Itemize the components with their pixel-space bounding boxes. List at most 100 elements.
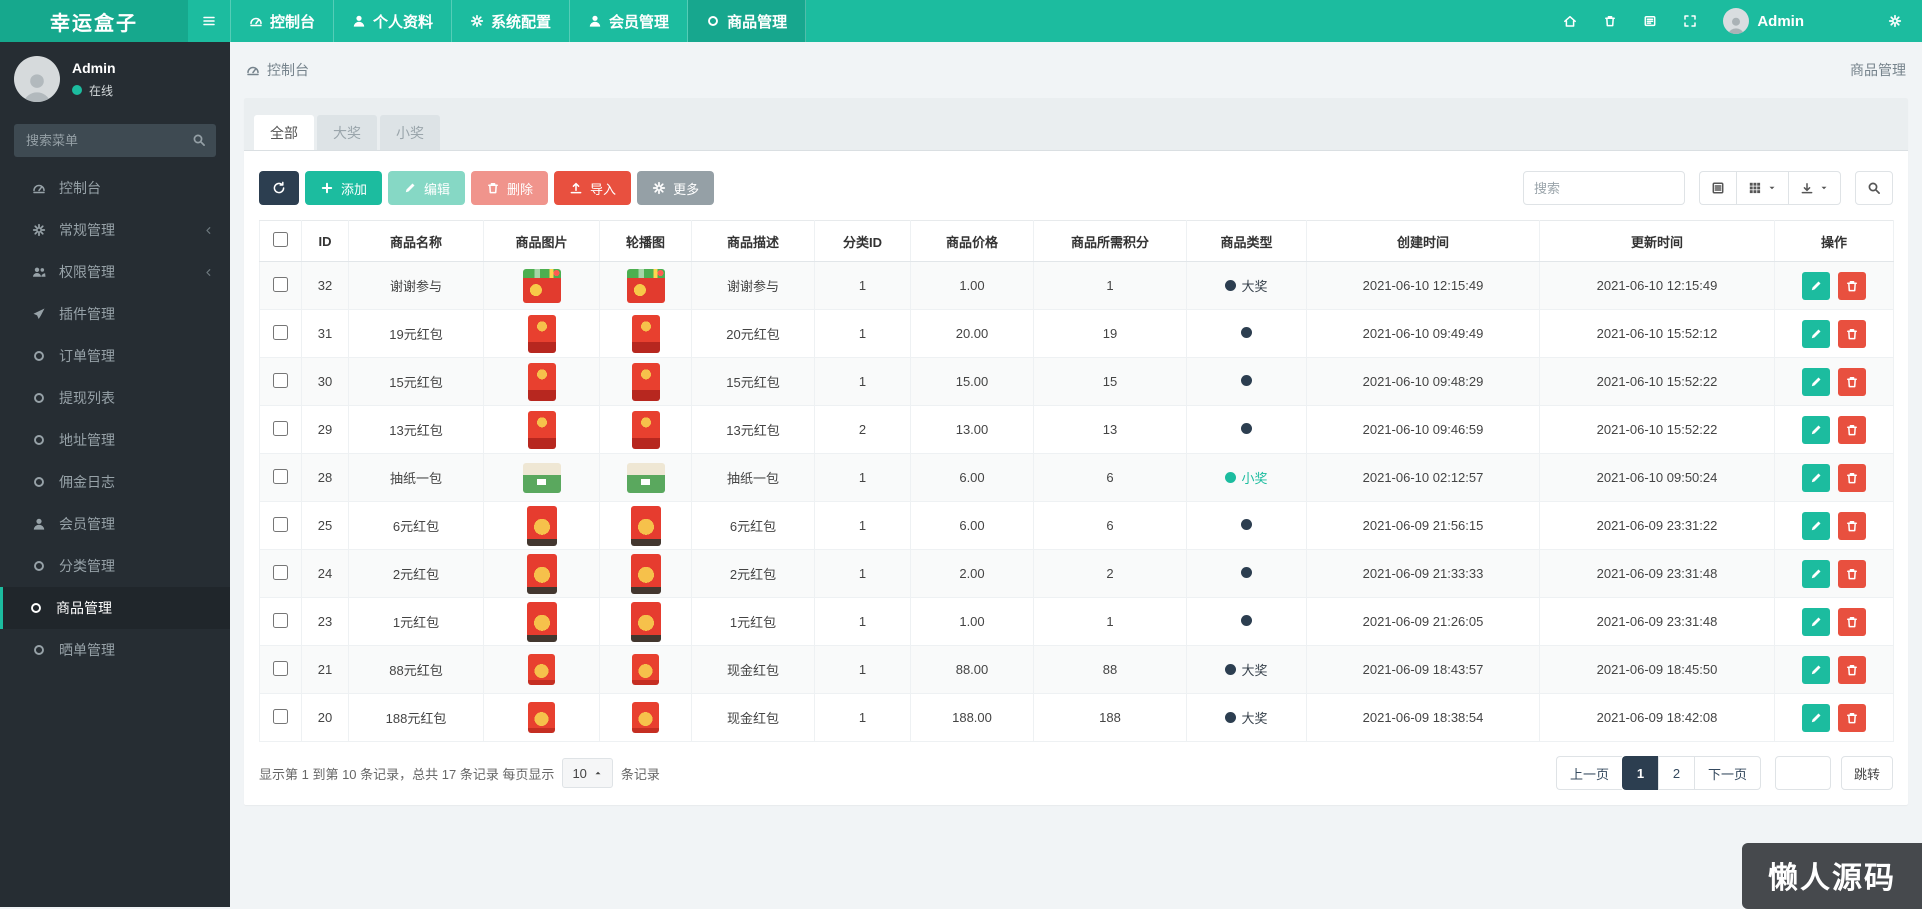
column-header-更新时间[interactable]: 更新时间 <box>1539 220 1775 262</box>
product-image[interactable] <box>522 268 561 303</box>
sidebar-item-佣金日志[interactable]: 佣金日志 <box>0 461 230 503</box>
column-header-商品价格[interactable]: 商品价格 <box>910 220 1034 262</box>
product-image[interactable] <box>526 505 557 546</box>
page-size-select[interactable]: 10 <box>562 758 613 788</box>
expand-icon[interactable] <box>1683 14 1697 28</box>
tab-全部[interactable]: 全部 <box>254 115 314 150</box>
row-edit-button[interactable] <box>1802 319 1831 348</box>
page-number-1[interactable]: 1 <box>1621 756 1658 790</box>
edit-button[interactable]: 编辑 <box>388 171 466 205</box>
sidebar-item-晒单管理[interactable]: 晒单管理 <box>0 629 230 671</box>
sidebar-item-插件管理[interactable]: 插件管理 <box>0 293 230 335</box>
product-image[interactable] <box>526 553 557 594</box>
trash-icon[interactable] <box>1603 14 1617 28</box>
topnav-item-控制台[interactable]: 控制台 <box>231 0 335 42</box>
tab-小奖[interactable]: 小奖 <box>380 115 440 150</box>
carousel-image[interactable] <box>631 410 660 449</box>
row-checkbox[interactable] <box>273 468 288 484</box>
carousel-image[interactable] <box>630 553 661 594</box>
row-delete-button[interactable] <box>1837 319 1866 348</box>
column-header-商品描述[interactable]: 商品描述 <box>691 220 815 262</box>
row-delete-button[interactable] <box>1837 559 1866 588</box>
sidebar-item-地址管理[interactable]: 地址管理 <box>0 419 230 461</box>
sidebar-item-会员管理[interactable]: 会员管理 <box>0 503 230 545</box>
product-image[interactable] <box>522 462 561 493</box>
row-edit-button[interactable] <box>1802 607 1831 636</box>
tab-大奖[interactable]: 大奖 <box>317 115 377 150</box>
sidebar-item-控制台[interactable]: 控制台 <box>0 167 230 209</box>
row-checkbox[interactable] <box>273 276 288 292</box>
product-image[interactable] <box>527 362 556 401</box>
product-image[interactable] <box>527 410 556 449</box>
column-header-商品名称[interactable]: 商品名称 <box>348 220 484 262</box>
carousel-image[interactable] <box>626 462 665 493</box>
home-icon[interactable] <box>1563 14 1577 28</box>
column-header-创建时间[interactable]: 创建时间 <box>1306 220 1540 262</box>
settings-gear-icon[interactable] <box>1888 14 1902 28</box>
row-delete-button[interactable] <box>1837 655 1866 684</box>
sidebar-item-权限管理[interactable]: 权限管理 <box>0 251 230 293</box>
export-button[interactable] <box>1788 171 1841 205</box>
row-edit-button[interactable] <box>1802 559 1831 588</box>
row-edit-button[interactable] <box>1802 463 1831 492</box>
topnav-item-系统配置[interactable]: 系统配置 <box>452 0 571 42</box>
carousel-image[interactable] <box>632 654 659 685</box>
admin-dropdown[interactable]: Admin <box>1723 8 1804 34</box>
row-edit-button[interactable] <box>1802 655 1831 684</box>
topnav-item-商品管理[interactable]: 商品管理 <box>688 0 807 42</box>
sidebar-item-商品管理[interactable]: 商品管理 <box>0 587 230 629</box>
row-checkbox[interactable] <box>273 372 288 388</box>
row-delete-button[interactable] <box>1837 607 1866 636</box>
sidebar-item-提现列表[interactable]: 提现列表 <box>0 377 230 419</box>
column-header-商品图片[interactable]: 商品图片 <box>483 220 600 262</box>
column-header-轮播图[interactable]: 轮播图 <box>599 220 692 262</box>
product-image[interactable] <box>526 601 557 642</box>
select-all-checkbox[interactable] <box>273 232 288 247</box>
product-image[interactable] <box>527 314 556 353</box>
prev-page-button[interactable]: 上一页 <box>1555 756 1622 790</box>
row-checkbox[interactable] <box>273 420 288 436</box>
next-page-button[interactable]: 下一页 <box>1693 756 1761 790</box>
column-header-操作[interactable]: 操作 <box>1774 220 1894 262</box>
detail-view-button[interactable] <box>1699 171 1736 205</box>
jump-button[interactable]: 跳转 <box>1840 756 1893 790</box>
row-edit-button[interactable] <box>1802 271 1831 300</box>
row-checkbox[interactable] <box>273 516 288 532</box>
more-button[interactable]: 更多 <box>637 171 715 205</box>
column-header-分类ID[interactable]: 分类ID <box>814 220 911 262</box>
carousel-image[interactable] <box>630 601 661 642</box>
row-checkbox[interactable] <box>273 708 288 724</box>
row-edit-button[interactable] <box>1802 415 1831 444</box>
topnav-item-个人资料[interactable]: 个人资料 <box>334 0 453 42</box>
product-image[interactable] <box>528 654 555 685</box>
row-delete-button[interactable] <box>1837 703 1866 732</box>
column-header-商品所需积分[interactable]: 商品所需积分 <box>1033 220 1187 262</box>
topnav-item-会员管理[interactable]: 会员管理 <box>570 0 689 42</box>
carousel-image[interactable] <box>632 702 659 733</box>
column-header-商品类型[interactable]: 商品类型 <box>1186 220 1307 262</box>
column-header-ID[interactable]: ID <box>301 220 349 262</box>
product-image[interactable] <box>528 702 555 733</box>
row-delete-button[interactable] <box>1837 367 1866 396</box>
advanced-search-button[interactable] <box>1855 171 1893 205</box>
sidebar-item-订单管理[interactable]: 订单管理 <box>0 335 230 377</box>
row-edit-button[interactable] <box>1802 367 1831 396</box>
carousel-image[interactable] <box>631 362 660 401</box>
row-checkbox[interactable] <box>273 612 288 628</box>
row-checkbox[interactable] <box>273 324 288 340</box>
menu-search-input[interactable] <box>14 124 216 157</box>
row-edit-button[interactable] <box>1802 511 1831 540</box>
row-delete-button[interactable] <box>1837 463 1866 492</box>
row-edit-button[interactable] <box>1802 703 1831 732</box>
row-delete-button[interactable] <box>1837 271 1866 300</box>
row-checkbox[interactable] <box>273 660 288 676</box>
carousel-image[interactable] <box>630 505 661 546</box>
carousel-image[interactable] <box>626 268 665 303</box>
row-delete-button[interactable] <box>1837 415 1866 444</box>
table-search-input[interactable] <box>1523 171 1685 205</box>
carousel-image[interactable] <box>631 314 660 353</box>
page-number-2[interactable]: 2 <box>1657 756 1694 790</box>
sidebar-item-常规管理[interactable]: 常规管理 <box>0 209 230 251</box>
import-button[interactable]: 导入 <box>554 171 632 205</box>
refresh-button[interactable] <box>259 171 299 205</box>
